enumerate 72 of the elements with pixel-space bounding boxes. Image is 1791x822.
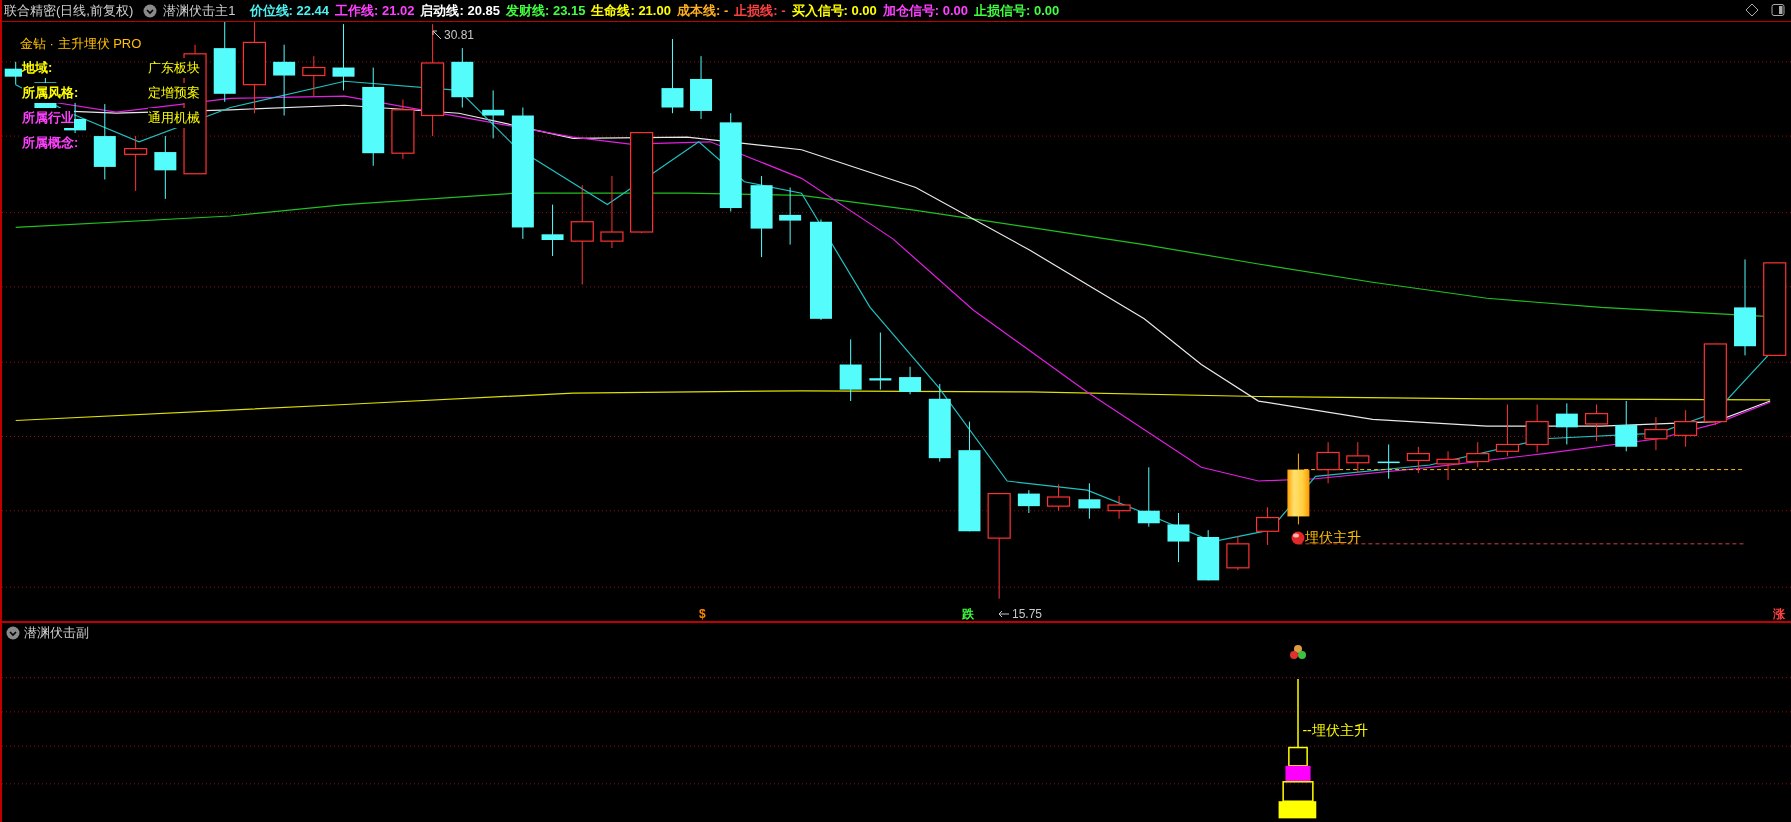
candlestick bbox=[779, 186, 802, 246]
candlestick bbox=[1615, 400, 1638, 452]
candlestick bbox=[1107, 495, 1131, 520]
field-value: 通用机械 bbox=[148, 108, 200, 128]
candlestick bbox=[1466, 441, 1490, 468]
candlestick bbox=[1644, 416, 1668, 451]
chart-title: 联合精密(日线,前复权) bbox=[4, 1, 134, 20]
candlestick bbox=[1584, 404, 1609, 442]
signal-label: 埋伏主升 bbox=[1305, 528, 1361, 547]
candlestick bbox=[690, 55, 713, 120]
candlestick bbox=[1226, 535, 1250, 571]
arrow-icon bbox=[998, 610, 1010, 618]
candlestick bbox=[273, 44, 296, 116]
candlestick bbox=[1017, 489, 1040, 514]
candlestick bbox=[482, 89, 505, 139]
field-label: 所属风格: bbox=[22, 83, 79, 103]
field-label: 地域: bbox=[22, 58, 53, 78]
candlestick bbox=[1256, 506, 1280, 546]
indicator-value: 工作线: 21.02 bbox=[335, 1, 415, 20]
marker-label: 跌 bbox=[962, 606, 974, 623]
candlestick bbox=[1555, 402, 1578, 445]
indicator-value: 生命线: 21.00 bbox=[591, 1, 671, 20]
price-label: 30.81 bbox=[444, 27, 475, 44]
marker-label: 涨 bbox=[1773, 606, 1785, 623]
candlestick bbox=[869, 332, 892, 391]
indicator-value: 价位线: 22.44 bbox=[249, 1, 329, 20]
candlestick bbox=[1167, 512, 1190, 563]
candlestick bbox=[899, 366, 922, 395]
diamond-icon[interactable] bbox=[1745, 3, 1759, 17]
arrow-icon bbox=[432, 30, 442, 40]
candlestick bbox=[839, 338, 862, 402]
candlestick bbox=[1137, 466, 1160, 528]
indicator-value: 发财线: 23.15 bbox=[505, 1, 586, 20]
candlestick bbox=[124, 135, 148, 192]
candlestick bbox=[1436, 450, 1460, 481]
field-value: 定增预案 bbox=[148, 83, 200, 103]
field-value: 广东板块 bbox=[148, 58, 200, 78]
indicator-value: 成本线: - bbox=[676, 1, 729, 20]
candlestick bbox=[1406, 446, 1430, 474]
candlestick bbox=[1346, 441, 1370, 474]
candlestick bbox=[1316, 441, 1340, 484]
collapse-icon[interactable] bbox=[6, 626, 20, 640]
collapse-icon[interactable] bbox=[143, 3, 158, 18]
indicator-value: 买入信号: 0.00 bbox=[791, 1, 877, 20]
marker-label: $ bbox=[699, 606, 706, 623]
candlestick bbox=[1674, 409, 1698, 448]
indicator-value: 止损线: - bbox=[734, 1, 786, 20]
flower-icon bbox=[1289, 644, 1308, 661]
candlestick bbox=[1377, 443, 1400, 480]
candlestick bbox=[391, 99, 415, 160]
signal-label: --埋伏主升 bbox=[1302, 720, 1368, 740]
candlestick bbox=[1287, 453, 1310, 525]
panel-icon[interactable] bbox=[1771, 3, 1785, 17]
panel-title: 金钻 · 主升埋伏 PRO bbox=[20, 35, 142, 53]
candlestick bbox=[154, 135, 177, 200]
candlestick bbox=[451, 47, 474, 108]
indicator-value: 启动线: 20.85 bbox=[420, 1, 500, 20]
candlestick bbox=[302, 55, 326, 97]
indicator-name[interactable]: 潜渊伏击副 bbox=[24, 623, 89, 643]
indicator-name[interactable]: 潜渊伏击主1 bbox=[163, 0, 236, 21]
indicator-value: 加仓信号: 0.00 bbox=[882, 1, 968, 20]
price-label: 15.75 bbox=[1012, 606, 1043, 623]
candlestick bbox=[1525, 404, 1549, 453]
candlestick bbox=[541, 204, 564, 257]
field-label: 所属行业 bbox=[22, 108, 74, 128]
candlestick bbox=[1495, 404, 1520, 457]
candlestick bbox=[1197, 529, 1220, 581]
candlestick bbox=[332, 23, 355, 91]
candlestick bbox=[1046, 483, 1071, 512]
ball-icon bbox=[1291, 530, 1305, 545]
indicator-value: 止损信号: 0.00 bbox=[974, 1, 1060, 20]
candlestick bbox=[1078, 482, 1101, 520]
